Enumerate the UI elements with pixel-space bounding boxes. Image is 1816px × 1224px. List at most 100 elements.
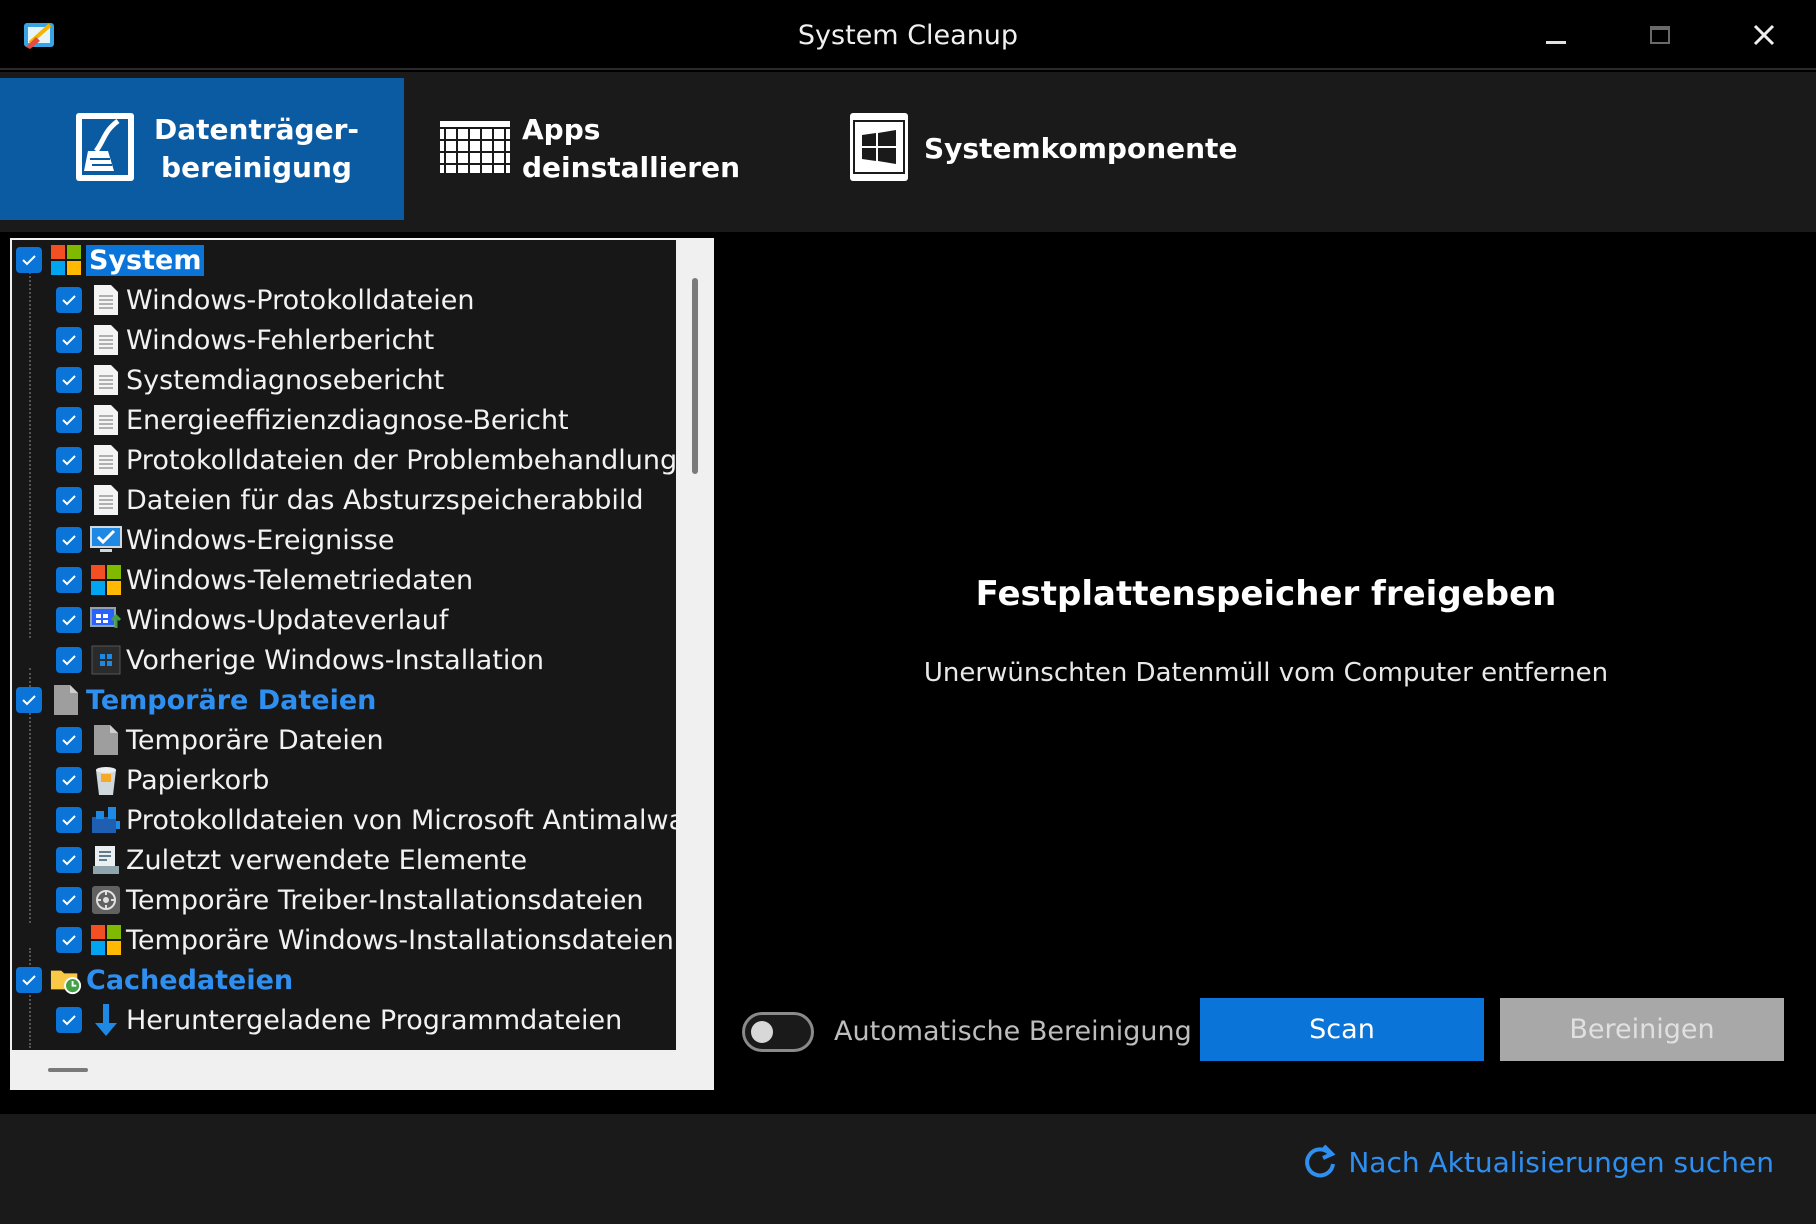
checkbox-checked[interactable] (16, 967, 42, 993)
checkbox-checked[interactable] (56, 367, 82, 393)
tab-system-components[interactable]: Systemkomponente (848, 78, 1268, 220)
apps-grid-icon (440, 121, 510, 177)
checkbox-checked[interactable] (56, 767, 82, 793)
tree-item[interactable]: Temporäre Dateien (12, 720, 676, 760)
tree-vertical-scrollbar[interactable] (692, 278, 698, 474)
tree-item-label: Windows-Protokolldateien (126, 284, 475, 316)
cleanup-tree[interactable]: System Windows-Protokolldateien Windows-… (12, 240, 676, 1050)
clean-button[interactable]: Bereinigen (1500, 998, 1784, 1061)
maximize-button[interactable] (1610, 0, 1710, 70)
tree-item-label: Windows-Ereignisse (126, 524, 395, 556)
auto-cleanup-label: Automatische Bereinigung (834, 1016, 1192, 1047)
windows-color-icon (90, 564, 122, 596)
tree-item[interactable]: Energieeffizienzdiagnose-Bericht (12, 400, 676, 440)
tree-item-label: Dateien für das Absturzspeicherabbild (126, 484, 644, 516)
checkbox-checked[interactable] (56, 527, 82, 553)
checkbox-checked[interactable] (56, 887, 82, 913)
tree-group-label: System (86, 244, 205, 276)
tree-item-label: Heruntergeladene Programmdateien (126, 1004, 623, 1036)
minimize-button[interactable] (1506, 0, 1606, 70)
tree-item[interactable]: Windows-Protokolldateien (12, 280, 676, 320)
tree-item[interactable]: Windows-Updateverlauf (12, 600, 676, 640)
tree-item-label: Protokolldateien der Problembehandlung (126, 444, 676, 476)
close-icon (1753, 24, 1775, 46)
tab-uninstall-apps-label: Apps deinstallieren (522, 113, 741, 184)
driver-icon (90, 884, 122, 916)
auto-cleanup-toggle[interactable] (742, 1012, 814, 1052)
checkbox-checked[interactable] (56, 727, 82, 753)
checkbox-checked[interactable] (16, 247, 42, 273)
tab-disk-cleanup[interactable]: Datenträger- bereinigung (0, 78, 404, 220)
checkbox-checked[interactable] (56, 847, 82, 873)
tree-item[interactable]: Windows-Telemetriedaten (12, 560, 676, 600)
tree-item-label: Papierkorb (126, 764, 270, 796)
tree-item[interactable]: Papierkorb (12, 760, 676, 800)
tree-item-label: Windows-Updateverlauf (126, 604, 449, 636)
windows-color-icon (90, 924, 122, 956)
tree-horizontal-scrollbar[interactable] (48, 1068, 88, 1072)
main-subtitle: Unerwünschten Datenmüll vom Computer ent… (923, 658, 1609, 688)
recent-items-icon (90, 844, 122, 876)
tab-system-components-label: Systemkomponente (924, 132, 1238, 165)
tree-item[interactable]: Heruntergeladene Programmdateien (12, 1000, 676, 1040)
tree-item-label: Windows-Fehlerbericht (126, 324, 435, 356)
checkbox-checked[interactable] (56, 447, 82, 473)
tab-disk-label-line1: Datenträger- (154, 113, 359, 146)
file-icon (50, 684, 82, 716)
monitor-check-icon (90, 524, 122, 556)
tree-item[interactable]: Windows-Fehlerbericht (12, 320, 676, 360)
tree-item-label: Windows-Telemetriedaten (126, 564, 474, 596)
tree-item[interactable]: Windows-Ereignisse (12, 520, 676, 560)
tree-item-label: Temporäre Treiber-Installationsdateien (126, 884, 644, 916)
cleanup-tree-panel: System Windows-Protokolldateien Windows-… (10, 238, 714, 1090)
checkbox-checked[interactable] (56, 807, 82, 833)
tree-group-system[interactable]: System (12, 240, 676, 280)
tree-item-label: Temporäre Windows-Installationsdateien (126, 924, 674, 956)
disk-cleanup-icon (74, 111, 136, 187)
windows-logo-icon (848, 111, 910, 187)
scan-button[interactable]: Scan (1200, 998, 1484, 1061)
tree-item-label: Zuletzt verwendete Elemente (126, 844, 528, 876)
close-button[interactable] (1714, 0, 1814, 70)
tree-item[interactable]: Vorherige Windows-Installation (12, 640, 676, 680)
tree-item-label: Temporäre Dateien (126, 724, 384, 756)
tree-item[interactable]: Temporäre Windows-Installationsdateien (12, 920, 676, 960)
checkbox-checked[interactable] (56, 607, 82, 633)
footer: Nach Aktualisierungen suchen (0, 1114, 1816, 1224)
toggle-knob (751, 1021, 773, 1043)
checkbox-checked[interactable] (56, 487, 82, 513)
document-icon (90, 364, 122, 396)
refresh-icon (1305, 1144, 1336, 1178)
check-updates-label: Nach Aktualisierungen suchen (1348, 1145, 1774, 1179)
checkbox-checked[interactable] (56, 927, 82, 953)
check-updates-link[interactable]: Nach Aktualisierungen suchen (1302, 1144, 1774, 1180)
tab-disk-label-line2: bereinigung (161, 151, 352, 184)
checkbox-checked[interactable] (56, 407, 82, 433)
maximize-icon (1650, 26, 1670, 44)
checkbox-checked[interactable] (56, 647, 82, 673)
checkbox-checked[interactable] (56, 287, 82, 313)
minimize-icon (1546, 40, 1566, 44)
tree-item[interactable]: Protokolldateien von Microsoft Antimalwa… (12, 800, 676, 840)
document-icon (90, 284, 122, 316)
tab-bar: Datenträger- bereinigung Apps deinstalli… (0, 72, 1816, 232)
tree-group-label: Temporäre Dateien (86, 684, 377, 716)
tree-item[interactable]: Systemdiagnosebericht (12, 360, 676, 400)
windows-install-icon (90, 644, 122, 676)
tab-uninstall-apps[interactable]: Apps deinstallieren (440, 78, 820, 220)
tree-item-label: Protokolldateien von Microsoft Antimalwa… (126, 804, 676, 836)
document-icon (90, 324, 122, 356)
checkbox-checked[interactable] (56, 327, 82, 353)
checkbox-checked[interactable] (16, 687, 42, 713)
checkbox-checked[interactable] (56, 567, 82, 593)
tree-item[interactable]: Temporäre Treiber-Installationsdateien (12, 880, 676, 920)
recycle-bin-icon (90, 764, 122, 796)
document-icon (90, 484, 122, 516)
tree-item-label: Systemdiagnosebericht (126, 364, 445, 396)
tree-group-temp-files[interactable]: Temporäre Dateien (12, 680, 676, 720)
checkbox-checked[interactable] (56, 1007, 82, 1033)
tree-item[interactable]: Dateien für das Absturzspeicherabbild (12, 480, 676, 520)
tree-item[interactable]: Protokolldateien der Problembehandlung (12, 440, 676, 480)
tree-item[interactable]: Zuletzt verwendete Elemente (12, 840, 676, 880)
tree-group-cache-files[interactable]: Cachedateien (12, 960, 676, 1000)
